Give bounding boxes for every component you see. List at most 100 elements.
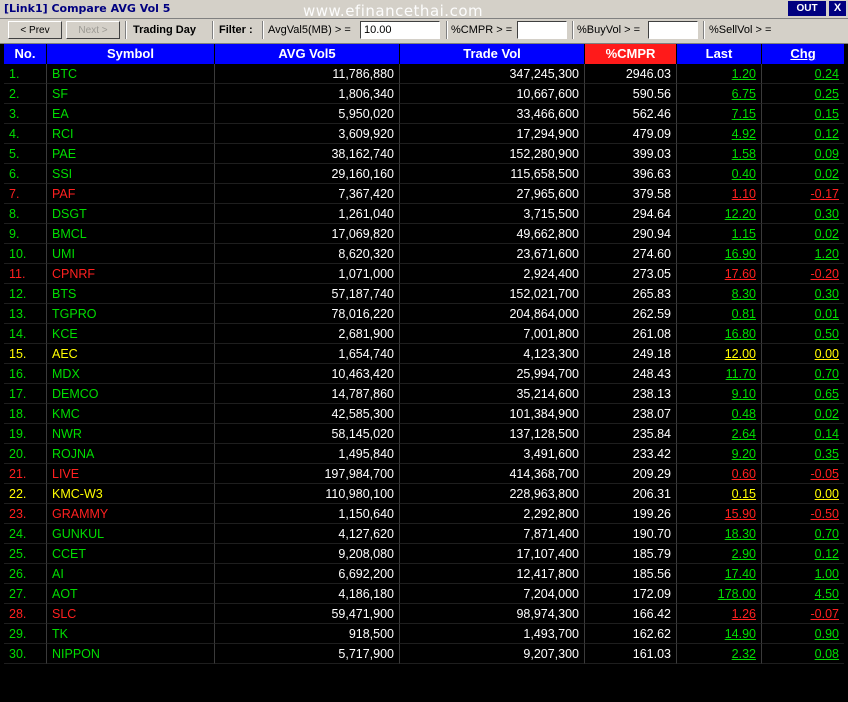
cell-last[interactable]: 1.26 — [677, 604, 762, 624]
table-row[interactable]: 25. CCET 9,208,080 17,107,400 185.79 2.90 0.12 — [4, 544, 844, 564]
cmpr-filter-input[interactable] — [517, 21, 567, 39]
cell-chg[interactable]: 0.50 — [762, 324, 844, 344]
cell-chg[interactable]: 0.65 — [762, 384, 844, 404]
cell-chg[interactable]: 0.01 — [762, 304, 844, 324]
table-row[interactable]: 3. EA 5,950,020 33,466,600 562.46 7.15 0.15 — [4, 104, 844, 124]
cell-last[interactable]: 14.90 — [677, 624, 762, 644]
avgvol-filter-input[interactable]: 10.00 — [360, 21, 440, 39]
cell-last[interactable]: 178.00 — [677, 584, 762, 604]
table-row[interactable]: 1. BTC 11,786,880 347,245,300 2946.03 1.20 0.2… — [4, 64, 844, 84]
cell-last[interactable]: 17.40 — [677, 564, 762, 584]
cell-chg[interactable]: 0.70 — [762, 524, 844, 544]
cell-chg[interactable]: 0.12 — [762, 544, 844, 564]
cell-last[interactable]: 0.15 — [677, 484, 762, 504]
cell-chg[interactable]: 0.08 — [762, 644, 844, 664]
table-row[interactable]: 30. NIPPON 5,717,900 9,207,300 161.03 2.32 0.0… — [4, 644, 844, 664]
table-row[interactable]: 19. NWR 58,145,020 137,128,500 235.84 2.64 0.1… — [4, 424, 844, 444]
table-row[interactable]: 27. AOT 4,186,180 7,204,000 172.09 178.00 4.50 — [4, 584, 844, 604]
cell-last[interactable]: 16.80 — [677, 324, 762, 344]
col-header-avg-vol5[interactable]: AVG Vol5 — [215, 44, 400, 64]
table-row[interactable]: 24. GUNKUL 4,127,620 7,871,400 190.70 18.30 0.… — [4, 524, 844, 544]
col-header-trade-vol[interactable]: Trade Vol — [400, 44, 585, 64]
table-row[interactable]: 21. LIVE 197,984,700 414,368,700 209.29 0.60 -… — [4, 464, 844, 484]
prev-button[interactable]: < Prev — [8, 21, 62, 39]
cell-chg[interactable]: 0.15 — [762, 104, 844, 124]
table-row[interactable]: 13. TGPRO 78,016,220 204,864,000 262.59 0.81 0… — [4, 304, 844, 324]
cell-chg[interactable]: 0.12 — [762, 124, 844, 144]
cell-last[interactable]: 2.90 — [677, 544, 762, 564]
cell-last[interactable]: 11.70 — [677, 364, 762, 384]
cell-chg[interactable]: -0.17 — [762, 184, 844, 204]
col-header-chg[interactable]: Chg — [762, 44, 844, 64]
table-row[interactable]: 10. UMI 8,620,320 23,671,600 274.60 16.90 1.20 — [4, 244, 844, 264]
cell-last[interactable]: 17.60 — [677, 264, 762, 284]
cell-last[interactable]: 1.58 — [677, 144, 762, 164]
table-row[interactable]: 9. BMCL 17,069,820 49,662,800 290.94 1.15 0.02 — [4, 224, 844, 244]
table-row[interactable]: 29. TK 918,500 1,493,700 162.62 14.90 0.90 — [4, 624, 844, 644]
cell-chg[interactable]: 0.02 — [762, 164, 844, 184]
cell-chg[interactable]: 0.30 — [762, 204, 844, 224]
cell-last[interactable]: 0.40 — [677, 164, 762, 184]
table-row[interactable]: 28. SLC 59,471,900 98,974,300 166.42 1.26 -0.0… — [4, 604, 844, 624]
col-header-no[interactable]: No. — [4, 44, 47, 64]
table-row[interactable]: 14. KCE 2,681,900 7,001,800 261.08 16.80 0.50 — [4, 324, 844, 344]
cell-last[interactable]: 8.30 — [677, 284, 762, 304]
cell-chg[interactable]: 0.02 — [762, 224, 844, 244]
table-row[interactable]: 7. PAF 7,367,420 27,965,600 379.58 1.10 -0.17 — [4, 184, 844, 204]
table-row[interactable]: 4. RCI 3,609,920 17,294,900 479.09 4.92 0.12 — [4, 124, 844, 144]
cell-last[interactable]: 6.75 — [677, 84, 762, 104]
cell-chg[interactable]: 0.35 — [762, 444, 844, 464]
cell-chg[interactable]: -0.20 — [762, 264, 844, 284]
cell-chg[interactable]: -0.05 — [762, 464, 844, 484]
cell-chg[interactable]: 0.24 — [762, 64, 844, 84]
cell-chg[interactable]: 0.02 — [762, 404, 844, 424]
table-row[interactable]: 12. BTS 57,187,740 152,021,700 265.83 8.30 0.3… — [4, 284, 844, 304]
cell-last[interactable]: 7.15 — [677, 104, 762, 124]
cell-chg[interactable]: 0.30 — [762, 284, 844, 304]
buyvol-filter-input[interactable] — [648, 21, 698, 39]
cell-last[interactable]: 0.81 — [677, 304, 762, 324]
cell-last[interactable]: 16.90 — [677, 244, 762, 264]
cell-last[interactable]: 1.15 — [677, 224, 762, 244]
cell-last[interactable]: 2.64 — [677, 424, 762, 444]
next-button[interactable]: Next > — [66, 21, 120, 39]
table-row[interactable]: 16. MDX 10,463,420 25,994,700 248.43 11.70 0.7… — [4, 364, 844, 384]
cell-chg[interactable]: 4.50 — [762, 584, 844, 604]
cell-chg[interactable]: 0.25 — [762, 84, 844, 104]
cell-last[interactable]: 15.90 — [677, 504, 762, 524]
cell-chg[interactable]: 1.20 — [762, 244, 844, 264]
table-row[interactable]: 20. ROJNA 1,495,840 3,491,600 233.42 9.20 0.35 — [4, 444, 844, 464]
cell-last[interactable]: 1.10 — [677, 184, 762, 204]
cell-last[interactable]: 0.48 — [677, 404, 762, 424]
table-row[interactable]: 11. CPNRF 1,071,000 2,924,400 273.05 17.60 -0.… — [4, 264, 844, 284]
table-row[interactable]: 17. DEMCO 14,787,860 35,214,600 238.13 9.10 0.… — [4, 384, 844, 404]
cell-last[interactable]: 9.10 — [677, 384, 762, 404]
out-button[interactable]: OUT — [788, 1, 826, 16]
table-row[interactable]: 15. AEC 1,654,740 4,123,300 249.18 12.00 0.00 — [4, 344, 844, 364]
col-header-last[interactable]: Last — [677, 44, 762, 64]
cell-chg[interactable]: 0.00 — [762, 344, 844, 364]
close-button[interactable]: X — [829, 1, 846, 16]
cell-chg[interactable]: -0.07 — [762, 604, 844, 624]
cell-chg[interactable]: 0.09 — [762, 144, 844, 164]
cell-chg[interactable]: 0.00 — [762, 484, 844, 504]
cell-chg[interactable]: 0.90 — [762, 624, 844, 644]
cell-chg[interactable]: 1.00 — [762, 564, 844, 584]
table-row[interactable]: 2. SF 1,806,340 10,667,600 590.56 6.75 0.25 — [4, 84, 844, 104]
col-header-symbol[interactable]: Symbol — [47, 44, 215, 64]
cell-chg[interactable]: -0.50 — [762, 504, 844, 524]
table-row[interactable]: 18. KMC 42,585,300 101,384,900 238.07 0.48 0.0… — [4, 404, 844, 424]
table-row[interactable]: 22. KMC-W3 110,980,100 228,963,800 206.31 0.1… — [4, 484, 844, 504]
cell-last[interactable]: 12.20 — [677, 204, 762, 224]
cell-last[interactable]: 18.30 — [677, 524, 762, 544]
cell-chg[interactable]: 0.70 — [762, 364, 844, 384]
cell-chg[interactable]: 0.14 — [762, 424, 844, 444]
table-row[interactable]: 6. SSI 29,160,160 115,658,500 396.63 0.40 0.02 — [4, 164, 844, 184]
cell-last[interactable]: 4.92 — [677, 124, 762, 144]
col-header-cmpr[interactable]: %CMPR — [585, 44, 677, 64]
cell-last[interactable]: 0.60 — [677, 464, 762, 484]
cell-last[interactable]: 12.00 — [677, 344, 762, 364]
table-row[interactable]: 8. DSGT 1,261,040 3,715,500 294.64 12.20 0.30 — [4, 204, 844, 224]
cell-last[interactable]: 9.20 — [677, 444, 762, 464]
cell-last[interactable]: 2.32 — [677, 644, 762, 664]
